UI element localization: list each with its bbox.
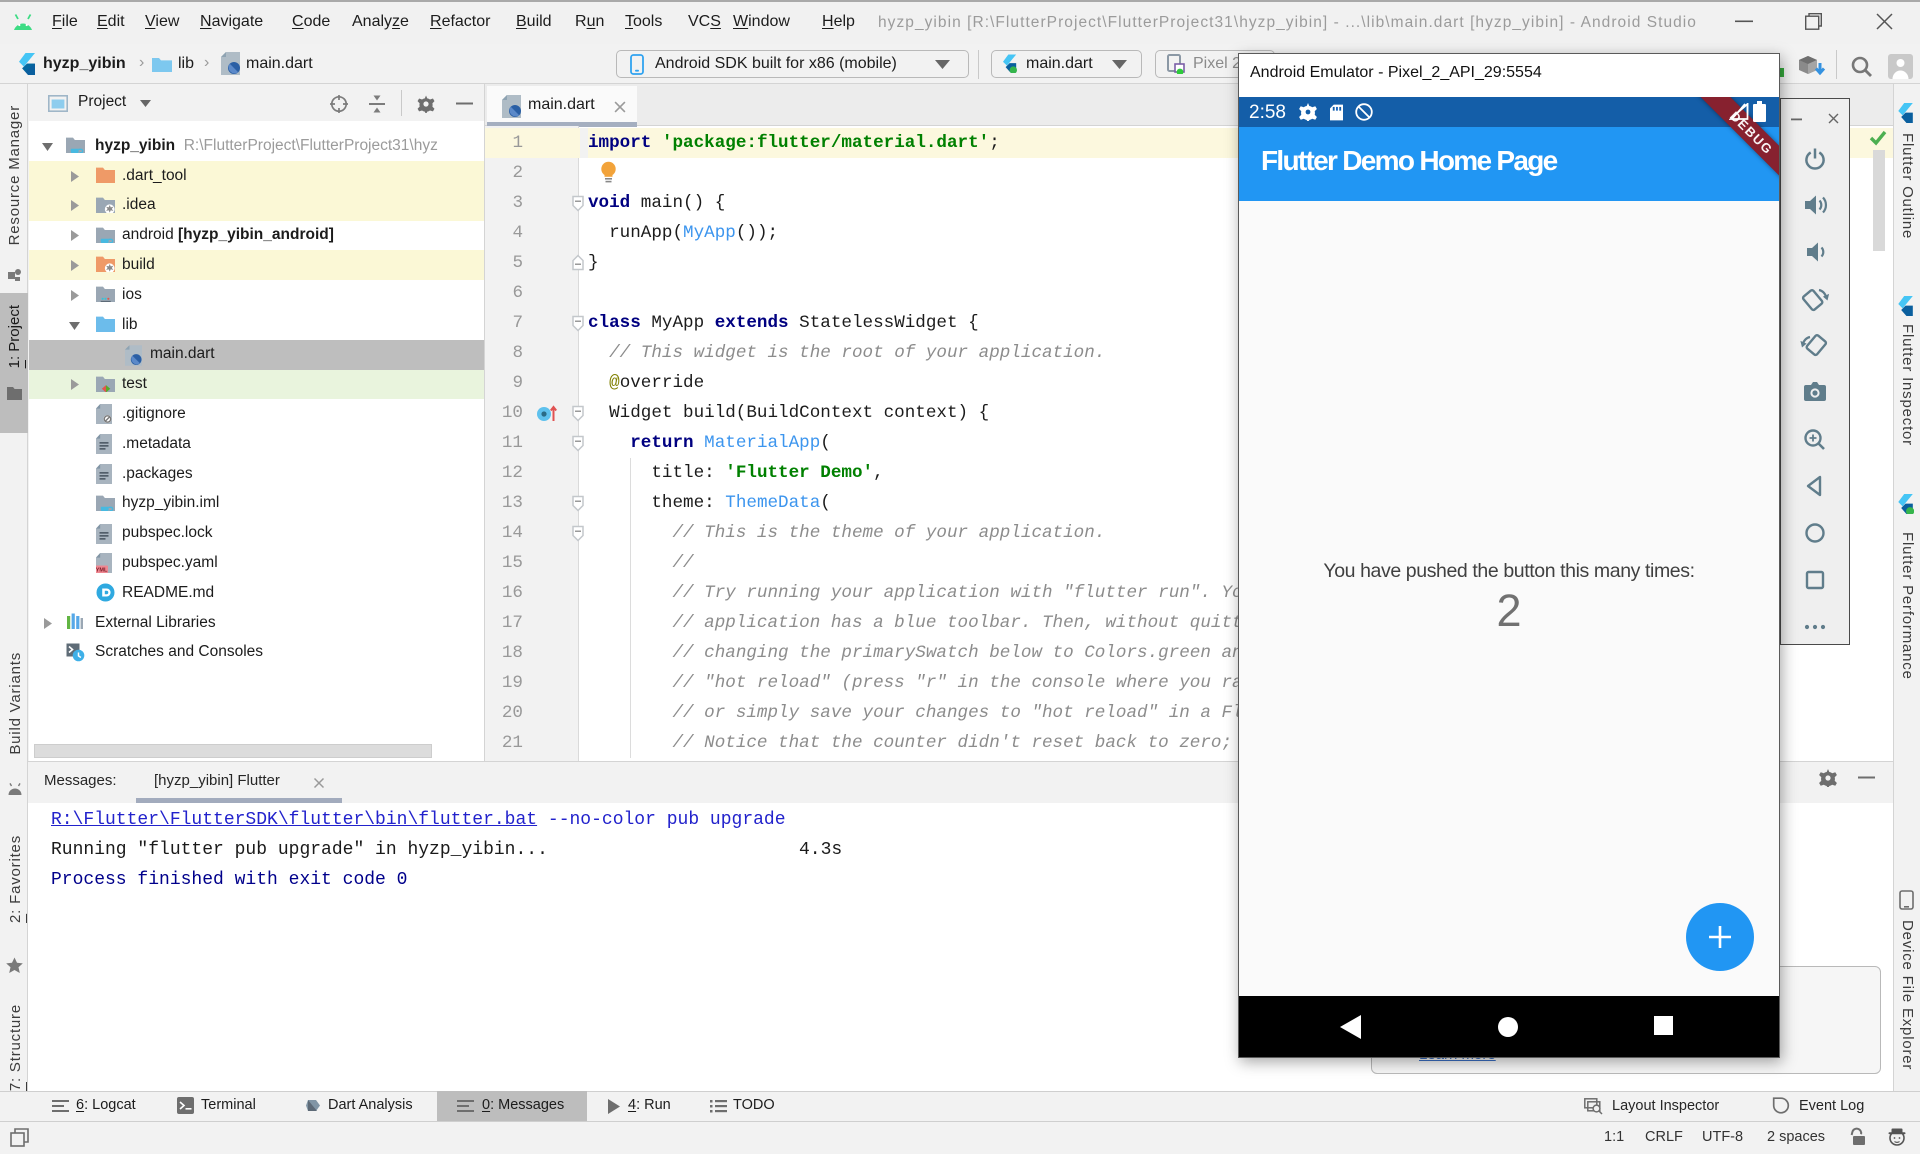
svg-text:YML: YML — [96, 568, 108, 573]
